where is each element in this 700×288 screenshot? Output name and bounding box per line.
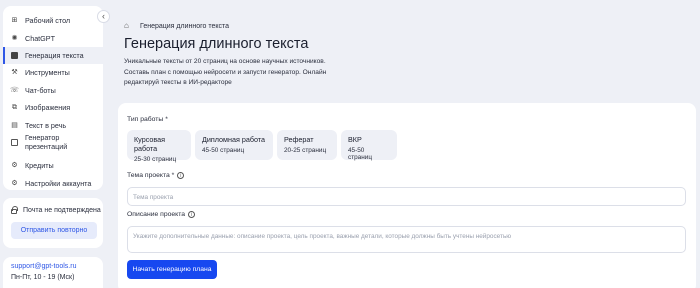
sidebar-item-label: Кредиты xyxy=(25,161,54,171)
text-generation-icon xyxy=(11,51,18,59)
breadcrumb-current: Генерация длинного текста xyxy=(140,22,230,30)
resend-button[interactable]: Отправить повторно xyxy=(11,222,97,239)
topic-input[interactable]: Тема проекта xyxy=(127,187,686,206)
sidebar: ⊞ Рабочий стол ✺ ChatGPT Генерация текст… xyxy=(3,6,103,190)
support-hours: Пн-Пт, 10 - 19 (Мск) xyxy=(11,274,75,281)
sidebar-item-label: Изображения xyxy=(25,103,71,113)
sidebar-item-label: Генератор презентаций xyxy=(24,133,68,152)
option-coursework[interactable]: Курсовая работа 25-30 страниц xyxy=(127,130,191,163)
text-to-speech-icon: ▤ xyxy=(11,121,18,129)
option-diploma[interactable]: Дипломная работа 45-50 страниц xyxy=(195,130,273,160)
chevron-left-icon: ‹ xyxy=(102,11,105,21)
sidebar-item-label: Чат-боты xyxy=(25,85,56,95)
info-icon[interactable]: i xyxy=(188,211,196,218)
description-label: Описание проекта i xyxy=(127,211,196,218)
sidebar-item-label: Настройки аккаунта xyxy=(25,178,92,188)
sidebar-item-chatbots[interactable]: ☏ Чат-боты xyxy=(3,82,103,99)
chatbot-icon: ☏ xyxy=(10,86,19,94)
sidebar-item-credits[interactable]: ⚙ Кредиты xyxy=(3,157,103,174)
support-panel: support@gpt-tools.ru Пн-Пт, 10 - 19 (Мск… xyxy=(3,257,103,288)
option-pages: 25-30 страниц xyxy=(134,156,177,163)
sidebar-item-label: Инструменты xyxy=(25,68,70,78)
option-pages: 20-25 страниц xyxy=(284,147,327,154)
sidebar-nav: ⊞ Рабочий стол ✺ ChatGPT Генерация текст… xyxy=(3,6,103,192)
info-icon[interactable]: i xyxy=(177,172,185,179)
option-thesis[interactable]: ВКР 45-50 страниц xyxy=(341,130,397,161)
email-verification-panel: Почта не подтверждена Отправить повторно xyxy=(3,198,103,248)
option-title: ВКР xyxy=(348,135,362,144)
topic-label: Тема проекта * i xyxy=(127,172,185,179)
sidebar-item-label: ChatGPT xyxy=(25,33,55,43)
sidebar-item-text-generation[interactable]: Генерация текста xyxy=(3,46,103,65)
start-generation-button[interactable]: Начать генерацию плана xyxy=(127,260,217,279)
dashboard-icon: ⊞ xyxy=(11,17,18,25)
verification-status-text: Почта не подтверждена xyxy=(23,207,101,214)
work-type-label: Тип работы * xyxy=(127,116,168,123)
sidebar-item-label: Текст в речь xyxy=(25,120,67,130)
work-type-options: Курсовая работа 25-30 страниц Дипломная … xyxy=(127,130,397,163)
option-pages: 45-50 страниц xyxy=(348,147,372,161)
presentation-icon xyxy=(11,138,18,146)
sidebar-item-label: Рабочий стол xyxy=(25,16,71,26)
option-title: Курсовая работа xyxy=(134,135,165,153)
lock-icon xyxy=(11,206,18,214)
sidebar-item-dashboard[interactable]: ⊞ Рабочий стол xyxy=(3,12,103,29)
description-textarea[interactable]: Укажите дополнительные данные: описание … xyxy=(127,226,686,253)
sidebar-item-images[interactable]: ⧉ Изображения xyxy=(3,99,103,116)
page-description: Уникальные тексты от 20 страниц на основ… xyxy=(124,58,327,86)
verification-status: Почта не подтверждена xyxy=(3,198,103,214)
sidebar-item-chatgpt[interactable]: ✺ ChatGPT xyxy=(3,29,103,46)
home-icon[interactable]: ⌂ xyxy=(124,22,132,30)
sidebar-item-presentations[interactable]: Генератор презентаций xyxy=(3,133,103,152)
credits-icon: ⚙ xyxy=(11,162,18,170)
sidebar-item-tools[interactable]: ⚒ Инструменты xyxy=(3,64,103,81)
images-icon: ⧉ xyxy=(12,104,17,112)
sidebar-collapse-button[interactable]: ‹ xyxy=(97,10,110,23)
sidebar-item-label: Генерация текста xyxy=(25,50,84,60)
breadcrumb: ⌂ Генерация длинного текста xyxy=(124,22,229,30)
sidebar-item-text-to-speech[interactable]: ▤ Текст в речь xyxy=(3,116,103,133)
support-email-link[interactable]: support@gpt-tools.ru xyxy=(11,263,95,270)
generation-form: Тип работы * Курсовая работа 25-30 стран… xyxy=(118,103,696,288)
option-title: Дипломная работа xyxy=(202,135,266,144)
settings-icon: ⚙ xyxy=(11,179,18,187)
chatgpt-icon: ✺ xyxy=(11,34,18,42)
page-title: Генерация длинного текста xyxy=(124,36,309,52)
tools-icon: ⚒ xyxy=(11,69,18,77)
option-pages: 45-50 страниц xyxy=(202,147,245,154)
sidebar-item-account-settings[interactable]: ⚙ Настройки аккаунта xyxy=(3,175,103,192)
option-title: Реферат xyxy=(284,135,314,144)
option-essay[interactable]: Реферат 20-25 страниц xyxy=(277,130,337,160)
